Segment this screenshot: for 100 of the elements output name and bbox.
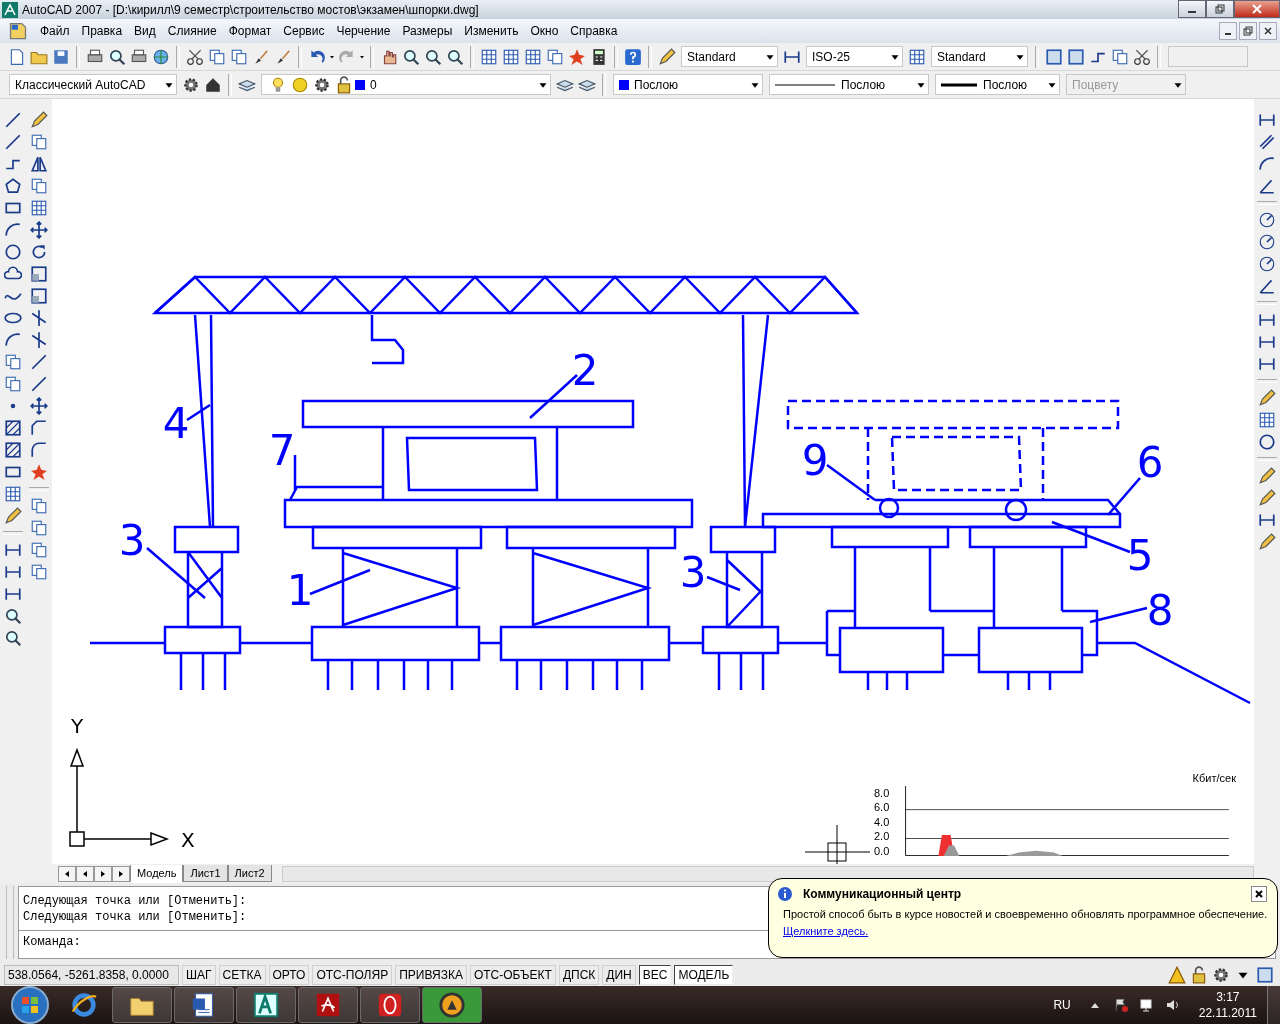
copy-icon[interactable] bbox=[30, 133, 48, 151]
radius-icon[interactable] bbox=[1258, 233, 1276, 251]
minimize-button[interactable] bbox=[1178, 0, 1206, 18]
tab-scroll-button[interactable] bbox=[112, 865, 130, 882]
magnifier-icon[interactable] bbox=[446, 47, 464, 66]
arc-icon[interactable] bbox=[1258, 155, 1276, 173]
angle-icon[interactable] bbox=[1258, 177, 1276, 195]
mirror-icon[interactable] bbox=[30, 155, 48, 173]
scissors-icon[interactable] bbox=[1133, 47, 1151, 66]
move-icon[interactable] bbox=[30, 397, 48, 415]
calculator-icon[interactable] bbox=[590, 47, 608, 66]
minimize-button[interactable] bbox=[1219, 22, 1237, 40]
copy-icon[interactable] bbox=[30, 541, 48, 559]
gear-icon[interactable] bbox=[182, 75, 200, 94]
menu-item[interactable]: Окно bbox=[524, 24, 565, 38]
taskbar-button[interactable] bbox=[174, 987, 234, 1023]
pencil-icon[interactable] bbox=[1258, 389, 1276, 407]
fillet-icon[interactable] bbox=[30, 441, 48, 459]
clock-time[interactable]: 3:17 bbox=[1216, 989, 1240, 1005]
pencil-icon[interactable] bbox=[1258, 489, 1276, 507]
status-toggle[interactable]: ДИН bbox=[602, 964, 636, 985]
horizontal-scrollbar[interactable] bbox=[281, 865, 1254, 882]
status-toggle[interactable]: ПРИВЯЗКА bbox=[395, 964, 467, 985]
page-icon[interactable] bbox=[8, 47, 26, 66]
menu-item[interactable]: Изменить bbox=[458, 24, 525, 38]
radius-icon[interactable] bbox=[1258, 211, 1276, 229]
dimension-icon[interactable] bbox=[4, 541, 22, 559]
magnifier-icon[interactable] bbox=[108, 47, 126, 66]
menu-item[interactable]: Правка bbox=[75, 24, 129, 38]
line-icon[interactable] bbox=[4, 111, 22, 129]
close-button[interactable] bbox=[1251, 886, 1267, 902]
dimension-icon[interactable] bbox=[1258, 511, 1276, 529]
status-toggle[interactable]: ОРТО bbox=[268, 964, 310, 985]
start-button[interactable] bbox=[10, 985, 50, 1024]
dimension-icon[interactable] bbox=[1258, 111, 1276, 129]
window-icon[interactable] bbox=[1256, 965, 1274, 984]
pencil-icon[interactable] bbox=[30, 111, 48, 129]
window-grip[interactable] bbox=[6, 886, 14, 959]
star-icon[interactable] bbox=[568, 47, 586, 66]
text-style-dropdown[interactable]: Standard bbox=[681, 46, 778, 67]
angle-icon[interactable] bbox=[1258, 277, 1276, 295]
copy-icon[interactable] bbox=[4, 375, 22, 393]
grid-icon[interactable] bbox=[502, 47, 520, 66]
magnifier-icon[interactable] bbox=[402, 47, 420, 66]
pencil-icon[interactable] bbox=[4, 507, 22, 525]
status-toggle[interactable]: ДПСК bbox=[558, 964, 600, 985]
copy-icon[interactable] bbox=[30, 563, 48, 581]
layout-tab[interactable]: Лист2 bbox=[227, 865, 272, 882]
drawing-document-icon[interactable] bbox=[8, 21, 28, 41]
scale-icon[interactable] bbox=[30, 265, 48, 283]
network-icon[interactable] bbox=[1138, 997, 1155, 1013]
copy-icon[interactable] bbox=[30, 177, 48, 195]
copy-icon[interactable] bbox=[4, 353, 22, 371]
pencil-icon[interactable] bbox=[1258, 533, 1276, 551]
status-toggle[interactable]: МОДЕЛЬ bbox=[674, 964, 734, 985]
restore-button[interactable] bbox=[1206, 0, 1234, 18]
status-toggle[interactable]: ВЕС bbox=[638, 964, 672, 985]
notification-link[interactable]: Щелкните здесь. bbox=[783, 925, 869, 937]
magnifier-icon[interactable] bbox=[424, 47, 442, 66]
taskbar-button[interactable] bbox=[360, 987, 420, 1023]
language-indicator[interactable]: RU bbox=[1053, 998, 1071, 1012]
circle-icon[interactable] bbox=[1258, 433, 1276, 451]
dimension-icon[interactable] bbox=[1258, 333, 1276, 351]
hatch-icon[interactable] bbox=[4, 419, 22, 437]
line-icon[interactable] bbox=[4, 133, 22, 151]
move-icon[interactable] bbox=[30, 221, 48, 239]
gear-icon[interactable] bbox=[1212, 965, 1230, 984]
grid-icon[interactable] bbox=[4, 485, 22, 503]
restore-button[interactable] bbox=[1239, 22, 1257, 40]
magnifier-icon[interactable] bbox=[4, 607, 22, 625]
scale-icon[interactable] bbox=[30, 287, 48, 305]
menu-item[interactable]: Справка bbox=[564, 24, 624, 38]
taskbar-button[interactable] bbox=[112, 987, 172, 1023]
taskbar-button[interactable] bbox=[236, 987, 296, 1023]
command-prompt[interactable]: Команда: bbox=[19, 931, 85, 953]
table-style-dropdown[interactable]: Standard bbox=[931, 46, 1028, 67]
dimension-icon[interactable] bbox=[4, 585, 22, 603]
grid-icon[interactable] bbox=[1258, 411, 1276, 429]
grid-icon[interactable] bbox=[30, 199, 48, 217]
text-style-icon[interactable] bbox=[658, 47, 676, 66]
pencil-icon[interactable] bbox=[1258, 467, 1276, 485]
menu-item[interactable]: Сервис bbox=[277, 24, 331, 38]
arc-icon[interactable] bbox=[4, 331, 22, 349]
copy-icon[interactable] bbox=[1111, 47, 1129, 66]
menu-item[interactable]: Вид bbox=[128, 24, 162, 38]
browser-icon[interactable] bbox=[70, 991, 98, 1019]
trim-icon[interactable] bbox=[30, 331, 48, 349]
lock-icon[interactable] bbox=[1190, 965, 1208, 984]
menu-item[interactable]: Слияние bbox=[161, 24, 223, 38]
circle-icon[interactable] bbox=[4, 243, 22, 261]
clock-date[interactable]: 22.11.2011 bbox=[1198, 1005, 1257, 1021]
window-icon[interactable] bbox=[1045, 47, 1063, 66]
copy-icon[interactable] bbox=[546, 47, 564, 66]
show-desktop-button[interactable] bbox=[1267, 986, 1280, 1024]
menu-item[interactable]: Черчение bbox=[330, 24, 397, 38]
tab-scroll-button[interactable] bbox=[76, 865, 94, 882]
help-icon[interactable] bbox=[624, 47, 642, 66]
copy-icon[interactable] bbox=[230, 47, 248, 66]
layout-tab[interactable]: Модель bbox=[130, 864, 184, 883]
warning-icon[interactable] bbox=[1168, 965, 1186, 984]
